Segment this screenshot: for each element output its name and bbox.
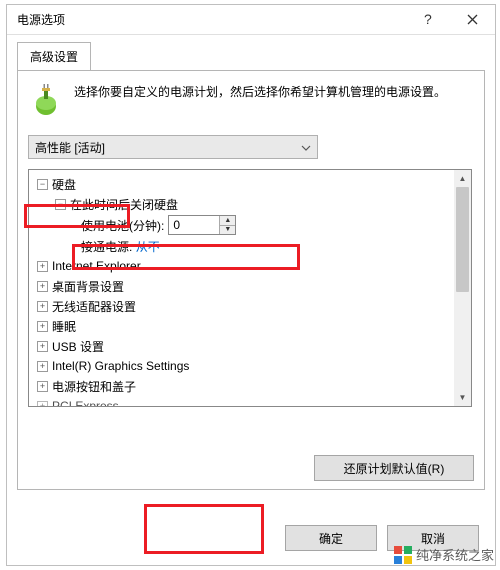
on-battery-input[interactable] xyxy=(169,216,219,234)
tree-scrollbar[interactable]: ▲ ▼ xyxy=(454,170,471,406)
cancel-button[interactable]: 取消 xyxy=(387,525,479,551)
plugged-label: 接通电源: xyxy=(81,238,132,255)
tree-label: 桌面背景设置 xyxy=(52,278,124,295)
tree-node-usb[interactable]: + USB 设置 xyxy=(31,336,469,356)
spin-down-icon[interactable]: ▼ xyxy=(220,226,235,235)
close-button[interactable] xyxy=(450,5,495,35)
tree-node-desktop-bg[interactable]: + 桌面背景设置 xyxy=(31,276,469,296)
on-battery-spinbox[interactable]: ▲ ▼ xyxy=(168,215,236,235)
scroll-up-icon[interactable]: ▲ xyxy=(454,170,471,187)
power-plan-selected: 高性能 [活动] xyxy=(35,139,105,156)
collapse-icon[interactable]: − xyxy=(37,179,48,190)
power-options-dialog: 电源选项 ? 高级设置 选择你要自定义的电源计划，然后选择你希望计算机管理的电 xyxy=(6,4,496,566)
tree-node-on-battery: 使用电池(分钟): ▲ ▼ xyxy=(31,214,469,236)
tree-label: Internet Explorer xyxy=(52,259,141,273)
collapse-icon[interactable]: − xyxy=(55,199,66,210)
battery-icon xyxy=(28,83,64,119)
expand-icon[interactable]: + xyxy=(37,381,48,392)
expand-icon[interactable]: + xyxy=(37,341,48,352)
tree-label: 电源按钮和盖子 xyxy=(52,378,136,395)
tab-panel: 选择你要自定义的电源计划，然后选择你希望计算机管理的电源设置。 高性能 [活动]… xyxy=(17,70,485,490)
window-title: 电源选项 xyxy=(17,11,405,28)
svg-text:?: ? xyxy=(424,12,432,27)
tree-label: USB 设置 xyxy=(52,338,104,355)
scroll-down-icon[interactable]: ▼ xyxy=(454,389,471,406)
on-battery-label: 使用电池(分钟): xyxy=(81,217,164,234)
help-button[interactable]: ? xyxy=(405,5,450,35)
tab-advanced[interactable]: 高级设置 xyxy=(17,42,91,71)
ok-button[interactable]: 确定 xyxy=(285,525,377,551)
settings-tree: − 硬盘 − 在此时间后关闭硬盘 使用电池(分钟): ▲ ▼ xyxy=(28,169,472,407)
expand-icon[interactable]: + xyxy=(37,321,48,332)
plugged-value[interactable]: 从不 xyxy=(136,238,160,255)
expand-icon[interactable]: + xyxy=(37,261,48,272)
tree-node-power-button[interactable]: + 电源按钮和盖子 xyxy=(31,376,469,396)
tree-node-hdd-off[interactable]: − 在此时间后关闭硬盘 xyxy=(31,194,469,214)
chevron-down-icon xyxy=(301,140,311,154)
expand-icon[interactable]: + xyxy=(37,401,48,408)
tabstrip: 高级设置 xyxy=(7,35,495,70)
tree-node-sleep[interactable]: + 睡眠 xyxy=(31,316,469,336)
power-plan-combo[interactable]: 高性能 [活动] xyxy=(28,135,318,159)
tree-label: PCI Express xyxy=(52,399,119,407)
expand-icon[interactable]: + xyxy=(37,361,48,372)
tree-label: 在此时间后关闭硬盘 xyxy=(70,196,178,213)
tree-node-pci[interactable]: + PCI Express xyxy=(31,396,469,407)
tree-node-wireless[interactable]: + 无线适配器设置 xyxy=(31,296,469,316)
spin-up-icon[interactable]: ▲ xyxy=(220,216,235,226)
scroll-thumb[interactable] xyxy=(456,187,469,292)
dialog-button-row: 确定 取消 xyxy=(285,525,479,551)
tree-label: 硬盘 xyxy=(52,176,76,193)
tree-node-intel-gfx[interactable]: + Intel(R) Graphics Settings xyxy=(31,356,469,376)
tree-node-hdd[interactable]: − 硬盘 xyxy=(31,174,469,194)
description-text: 选择你要自定义的电源计划，然后选择你希望计算机管理的电源设置。 xyxy=(74,83,446,102)
restore-defaults-button[interactable]: 还原计划默认值(R) xyxy=(314,455,474,481)
tree-node-plugged[interactable]: 接通电源: 从不 xyxy=(31,236,469,256)
tree-label: 睡眠 xyxy=(52,318,76,335)
expand-icon[interactable]: + xyxy=(37,301,48,312)
titlebar: 电源选项 ? xyxy=(7,5,495,35)
tree-label: Intel(R) Graphics Settings xyxy=(52,359,189,373)
expand-icon[interactable]: + xyxy=(37,281,48,292)
tree-label: 无线适配器设置 xyxy=(52,298,136,315)
tree-node-ie[interactable]: + Internet Explorer xyxy=(31,256,469,276)
